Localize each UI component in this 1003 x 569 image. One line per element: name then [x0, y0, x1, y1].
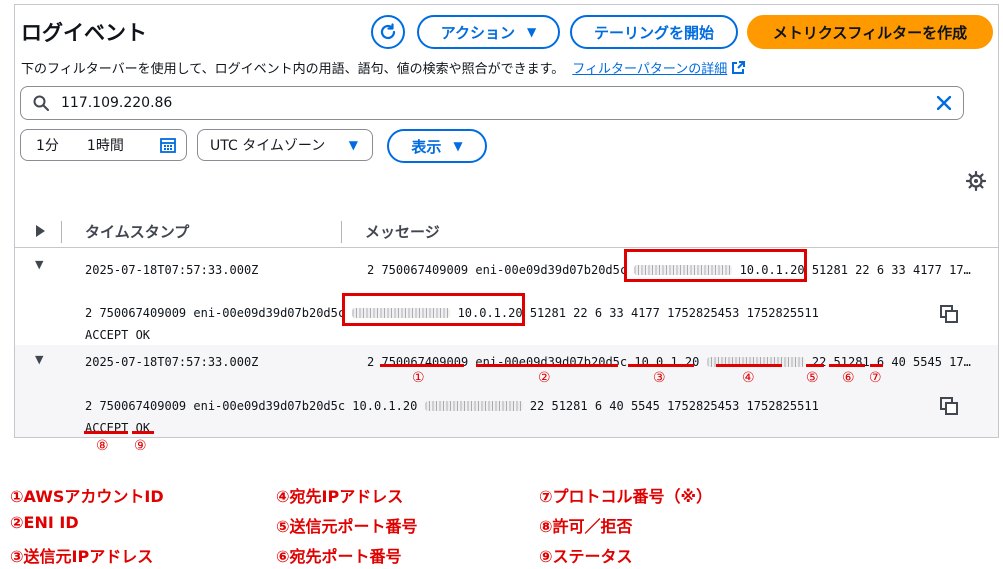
collapse-row-icon[interactable]: ▼ [35, 258, 43, 271]
row-detail-message: 2 750067409009 eni-00e09d39d07b20d5c 10.… [85, 399, 819, 413]
legend-item: ③送信元IPアドレス [10, 547, 154, 566]
refresh-icon [380, 23, 396, 40]
gear-icon[interactable] [966, 171, 986, 191]
legend-item: ⑥宛先ポート番号 [276, 547, 402, 566]
caret-down-icon: ▼ [527, 25, 537, 39]
search-value: 117.109.220.86 [61, 95, 173, 111]
annotation-underline [84, 431, 128, 434]
column-divider[interactable] [341, 221, 342, 243]
annotation-underline [628, 364, 694, 367]
row-detail-line2: ACCEPT OK [85, 328, 151, 342]
row-timestamp: 2025-07-18T07:57:33.000Z [85, 263, 259, 277]
description-text: 下のフィルターバーを使用して、ログイベント内の用語、語句、値の検索や照合ができま… [21, 62, 565, 77]
start-tailing-button[interactable]: テーリングを開始 [570, 15, 738, 49]
annotation-underline [806, 364, 824, 367]
time-range-selector[interactable]: 1分 1時間 [20, 129, 187, 161]
marker-6: ⑥ [842, 370, 855, 386]
marker-1: ① [412, 370, 425, 386]
legend-item: ⑦プロトコル番号（※） [539, 487, 713, 506]
legend-item: ②ENI ID [10, 513, 79, 532]
table-header: タイムスタンプ メッセージ [15, 217, 998, 247]
copy-icon[interactable] [940, 397, 958, 415]
filter-pattern-link[interactable]: フィルターパターンの詳細 [572, 62, 727, 77]
marker-7: ⑦ [869, 370, 882, 386]
marker-9: ⑨ [134, 438, 147, 454]
annotation-underline [380, 364, 464, 367]
legend-item: ⑧許可／拒否 [539, 517, 633, 536]
copy-icon[interactable] [940, 305, 958, 323]
collapse-row-icon[interactable]: ▼ [35, 353, 43, 366]
close-icon[interactable] [937, 96, 951, 110]
marker-4: ④ [742, 370, 755, 386]
start-tailing-label: テーリングを開始 [593, 23, 714, 42]
annotation-underline [829, 364, 865, 367]
description: 下のフィルターバーを使用して、ログイベント内の用語、語句、値の検索や照合ができま… [21, 58, 746, 77]
annotation-box [624, 249, 807, 282]
display-dropdown-button[interactable]: 表示 ▼ [387, 129, 487, 163]
table-row[interactable]: ▼ 2025-07-18T07:57:33.000Z 2 75006740900… [15, 345, 998, 437]
range-1min[interactable]: 1分 [36, 135, 59, 155]
marker-3: ③ [653, 370, 666, 386]
annotation-underline [716, 364, 782, 367]
legend-item: ④宛先IPアドレス [276, 487, 404, 506]
marker-5: ⑤ [806, 370, 819, 386]
annotation-box [342, 293, 525, 326]
marker-2: ② [538, 370, 551, 386]
external-link-icon[interactable] [731, 61, 746, 75]
column-header-timestamp[interactable]: タイムスタンプ [85, 221, 189, 242]
search-input[interactable]: 117.109.220.86 [20, 86, 964, 120]
calendar-icon[interactable] [160, 137, 176, 153]
caret-down-icon: ▼ [348, 138, 358, 152]
column-divider [61, 221, 62, 243]
timezone-select[interactable]: UTC タイムゾーン ▼ [197, 129, 373, 161]
range-1hour[interactable]: 1時間 [87, 135, 124, 155]
create-metric-filter-label: メトリクスフィルターを作成 [772, 23, 968, 42]
legend-item: ①AWSアカウントID [10, 487, 164, 506]
expand-all-icon[interactable] [35, 223, 45, 241]
row-timestamp: 2025-07-18T07:57:33.000Z [85, 355, 259, 369]
column-header-message[interactable]: メッセージ [365, 221, 440, 242]
marker-8: ⑧ [96, 438, 109, 454]
annotation-underline [476, 364, 618, 367]
create-metric-filter-button[interactable]: メトリクスフィルターを作成 [747, 15, 993, 49]
legend-item: ⑤送信元ポート番号 [276, 517, 418, 536]
legend-item: ⑨ステータス [539, 547, 633, 566]
search-icon [33, 95, 49, 111]
annotation-underline [870, 364, 883, 367]
masked-ip [424, 401, 523, 411]
timezone-label: UTC タイムゾーン [210, 138, 326, 154]
display-label: 表示 [411, 137, 442, 156]
caret-down-icon: ▼ [453, 139, 463, 153]
action-dropdown-button[interactable]: アクション ▼ [417, 15, 560, 49]
annotation-underline [132, 431, 154, 434]
action-label: アクション [440, 23, 516, 42]
refresh-button[interactable] [371, 15, 405, 49]
page-title: ログイベント [21, 21, 147, 45]
